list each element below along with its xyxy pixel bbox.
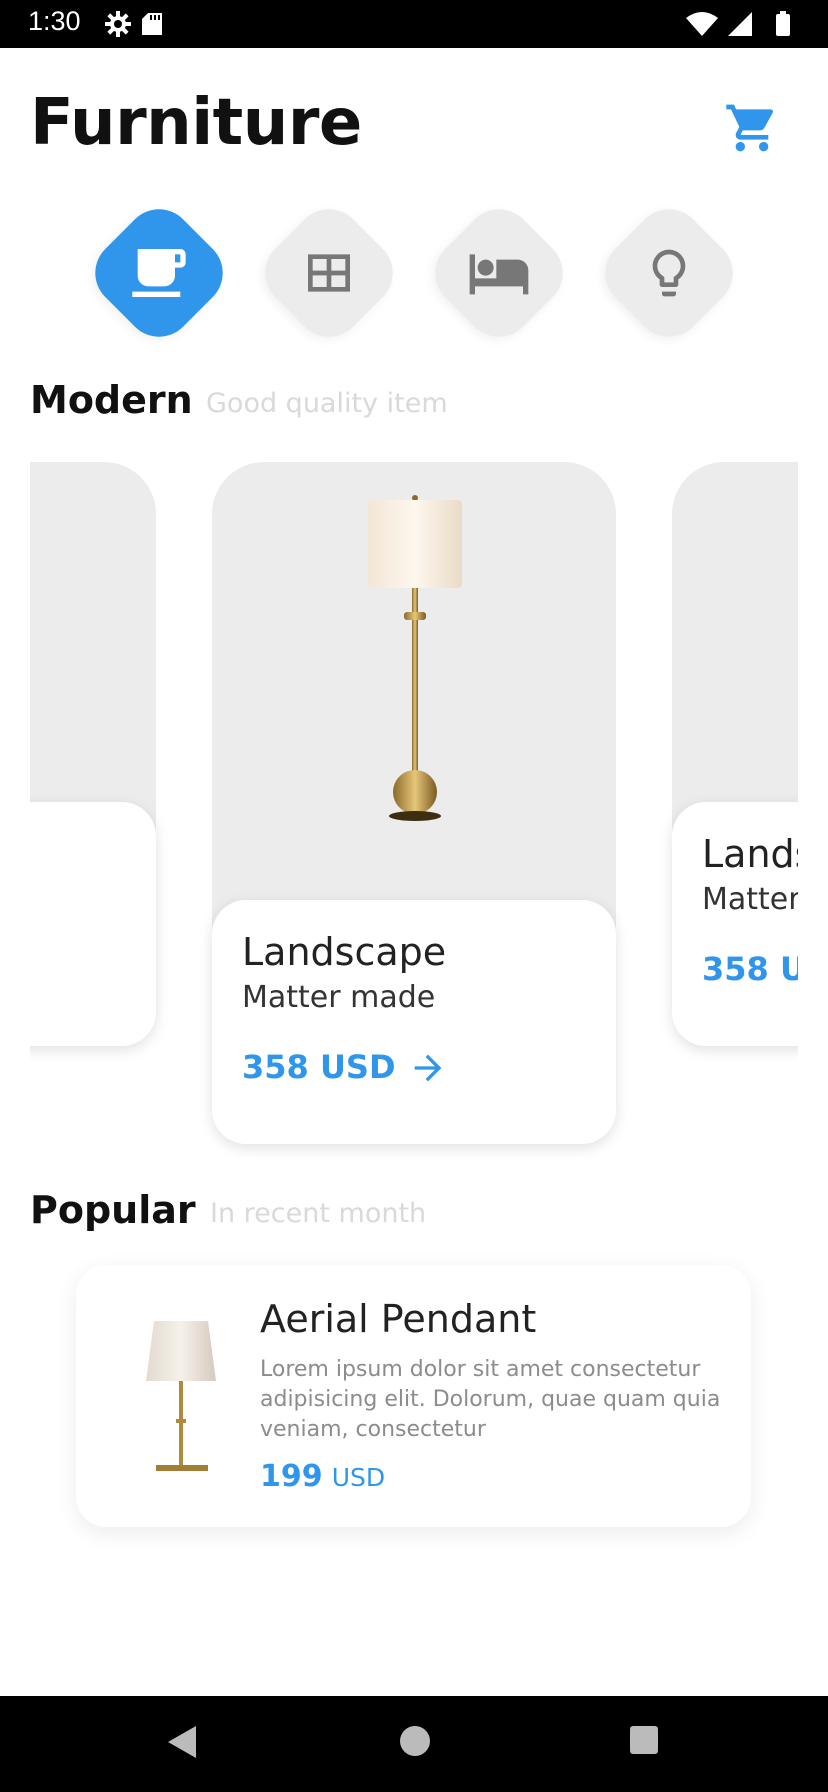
status-time: 1:30 — [28, 6, 81, 36]
popular-item-price-value: 199 — [260, 1459, 323, 1494]
section-subtitle-modern: Good quality item — [206, 388, 448, 419]
popular-item-card[interactable]: Aerial Pendant Lorem ipsum dolor sit ame… — [76, 1265, 751, 1527]
table-lamp-image — [146, 1321, 216, 1471]
table-icon — [308, 254, 350, 292]
section-title-modern: Modern — [30, 378, 193, 422]
settings-gear-icon — [105, 11, 131, 37]
product-info-card: Landscape Matter made 358 USD — [672, 802, 798, 1046]
category-tables[interactable] — [251, 195, 407, 351]
category-cups[interactable] — [81, 195, 237, 351]
wifi-icon — [686, 12, 718, 36]
floor-lamp-image — [368, 495, 462, 821]
category-beds[interactable] — [421, 195, 577, 351]
section-title-popular: Popular — [30, 1188, 196, 1232]
product-brand: Matter made — [242, 980, 436, 1015]
product-name: Landscape — [242, 930, 447, 974]
home-icon[interactable] — [398, 1724, 432, 1758]
popular-item-name: Aerial Pendant — [260, 1297, 537, 1341]
status-icons-left — [104, 10, 174, 42]
product-info-card — [30, 802, 156, 1046]
status-icons-right — [686, 10, 802, 38]
cellular-signal-icon — [728, 12, 752, 36]
product-carousel[interactable]: Landscape Matter made 358 USD Landscape … — [30, 462, 798, 1162]
cart-button[interactable] — [724, 100, 780, 156]
section-subtitle-popular: In recent month — [210, 1198, 427, 1229]
recents-icon[interactable] — [628, 1724, 660, 1756]
popular-item-description: Lorem ipsum dolor sit amet consectetur a… — [260, 1357, 721, 1442]
shopping-cart-icon — [726, 104, 774, 152]
back-icon[interactable] — [164, 1722, 200, 1762]
product-card-main[interactable]: Landscape Matter made 358 USD — [212, 462, 616, 1162]
popular-item-price: 199 USD — [260, 1459, 385, 1494]
popular-item-price-currency: USD — [331, 1463, 386, 1492]
battery-icon — [776, 11, 790, 36]
product-card-next[interactable]: Landscape Matter made 358 USD — [672, 462, 798, 1162]
coffee-cup-icon — [132, 249, 186, 297]
arrow-forward-icon[interactable] — [408, 1048, 448, 1088]
bed-icon — [469, 254, 529, 295]
category-lamps[interactable] — [591, 195, 747, 351]
lightbulb-icon — [652, 249, 686, 297]
product-price: 358 USD — [242, 1048, 396, 1086]
product-card-previous[interactable] — [30, 462, 156, 1162]
status-bar: 1:30 — [0, 0, 828, 48]
product-price: 358 USD — [702, 950, 798, 988]
system-navigation-bar — [0, 1696, 828, 1792]
page-title: Furniture — [30, 86, 362, 160]
product-brand: Matter made — [702, 882, 798, 917]
product-info-card: Landscape Matter made 358 USD — [212, 900, 616, 1144]
product-name: Landscape — [702, 832, 798, 876]
